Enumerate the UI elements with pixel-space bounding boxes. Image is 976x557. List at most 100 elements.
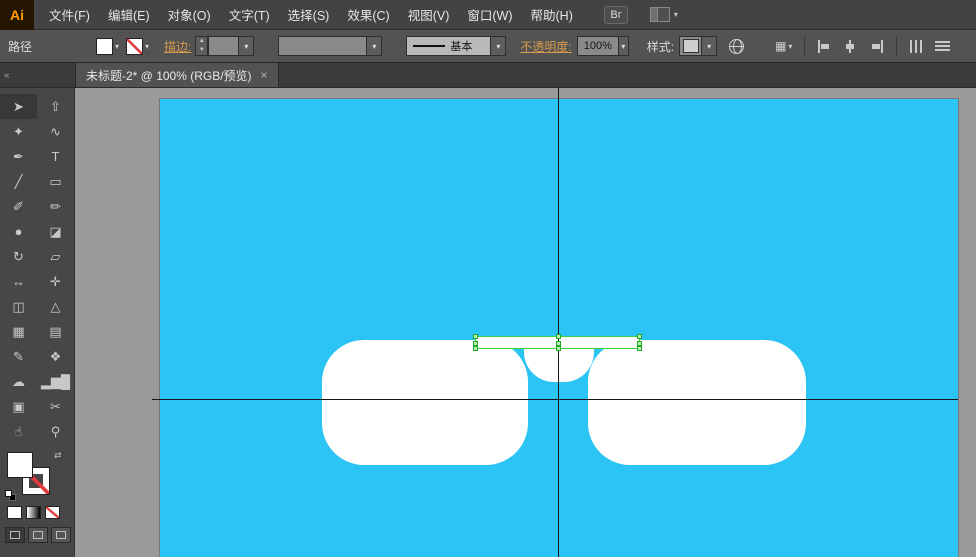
column-graph-tool[interactable]: ▂▆█: [37, 369, 74, 394]
document-title: 未标题-2* @ 100% (RGB/预览): [86, 67, 252, 84]
recolor-artwork-icon[interactable]: [729, 39, 744, 54]
paintbrush-tool[interactable]: ✐: [0, 194, 37, 219]
selection-handle[interactable]: [556, 334, 561, 339]
menu-help[interactable]: 帮助(H): [522, 0, 582, 29]
stroke-style-value: 基本: [450, 38, 472, 54]
none-button[interactable]: [45, 506, 60, 519]
chevron-down-icon: ▾: [145, 42, 149, 51]
menu-view[interactable]: 视图(V): [399, 0, 459, 29]
artboard-tool[interactable]: ▣: [0, 394, 37, 419]
artboard: [160, 99, 958, 557]
shape-builder-tool[interactable]: ◫: [0, 294, 37, 319]
selection-handle[interactable]: [473, 346, 478, 351]
zoom-tool[interactable]: ⚲: [37, 419, 74, 444]
chevron-down-icon: ▾: [674, 10, 678, 19]
magic-wand-tool[interactable]: ✦: [0, 119, 37, 144]
selection-handle[interactable]: [556, 346, 561, 351]
chevron-down-icon: ▾: [490, 37, 505, 55]
align-left-button[interactable]: [814, 38, 835, 55]
stepper-down-icon: ▼: [196, 46, 207, 55]
selection-handle[interactable]: [637, 334, 642, 339]
control-bar: 路径 ▾ ▾ 描边: ▲ ▼ ▾ ▾ 基本 ▾ 不透: [0, 30, 976, 63]
line-segment-tool[interactable]: ╱: [0, 169, 37, 194]
tools-panel-collapse[interactable]: «: [0, 63, 75, 87]
menu-object[interactable]: 对象(O): [159, 0, 220, 29]
graphic-style-label: 样式:: [647, 38, 674, 55]
rectangle-tool[interactable]: ▭: [37, 169, 74, 194]
draw-behind-button[interactable]: [28, 527, 48, 543]
glasses-right-lens-shape[interactable]: [588, 340, 806, 465]
fill-color-picker[interactable]: ▾: [96, 38, 119, 55]
chevron-down-icon: ▾: [366, 37, 381, 55]
blob-brush-tool[interactable]: ●: [0, 219, 37, 244]
selection-handle[interactable]: [473, 334, 478, 339]
align-options-dropdown[interactable]: ▦ ▾: [772, 38, 795, 54]
chevron-down-icon: ▾: [788, 42, 792, 51]
opacity-select[interactable]: 100% ▾: [577, 36, 629, 56]
width-tool[interactable]: ↔: [0, 269, 37, 294]
stroke-weight-stepper[interactable]: ▲ ▼: [195, 36, 208, 56]
menu-edit[interactable]: 编辑(E): [99, 0, 159, 29]
draw-inside-button[interactable]: [51, 527, 71, 543]
glasses-left-lens-shape[interactable]: [322, 340, 528, 465]
stroke-panel-link[interactable]: 描边:: [164, 38, 191, 55]
direct-selection-tool[interactable]: ⇧: [37, 94, 74, 119]
width-profile-select[interactable]: ▾: [278, 36, 382, 56]
eraser-tool[interactable]: ◪: [37, 219, 74, 244]
scale-tool[interactable]: ▱: [37, 244, 74, 269]
distribute-horizontal-button[interactable]: [906, 38, 927, 55]
eyedropper-tool[interactable]: ✎: [0, 344, 37, 369]
gradient-tool[interactable]: ▤: [37, 319, 74, 344]
align-right-button[interactable]: [866, 38, 887, 55]
perspective-grid-tool[interactable]: △: [37, 294, 74, 319]
default-fill-stroke-icon[interactable]: [5, 490, 16, 501]
pen-tool[interactable]: ✒: [0, 144, 37, 169]
document-tab[interactable]: 未标题-2* @ 100% (RGB/预览) ×: [75, 63, 279, 87]
pencil-tool[interactable]: ✏: [37, 194, 74, 219]
menu-type[interactable]: 文字(T): [220, 0, 279, 29]
chevron-down-icon: ▾: [115, 42, 119, 51]
menu-effect[interactable]: 效果(C): [338, 0, 398, 29]
paint-mode-row: [0, 504, 74, 519]
align-center-button[interactable]: [840, 38, 861, 55]
distribute-vertical-button[interactable]: [932, 38, 953, 55]
draw-normal-button[interactable]: [5, 527, 25, 543]
free-transform-tool[interactable]: ✛: [37, 269, 74, 294]
width-profile-value: [279, 37, 366, 55]
selection-handle[interactable]: [637, 346, 642, 351]
slice-tool[interactable]: ✂: [37, 394, 74, 419]
close-icon[interactable]: ×: [261, 68, 268, 82]
align-controls: ▦ ▾: [772, 36, 953, 56]
type-tool[interactable]: T: [37, 144, 74, 169]
swap-fill-stroke-icon[interactable]: ⇄: [54, 450, 62, 461]
lasso-tool[interactable]: ∿: [37, 119, 74, 144]
menubar: Ai 文件(F)编辑(E)对象(O)文字(T)选择(S)效果(C)视图(V)窗口…: [0, 0, 976, 30]
stroke-style-select[interactable]: 基本 ▾: [406, 36, 506, 56]
fill-indicator[interactable]: [7, 452, 33, 478]
stepper-up-icon: ▲: [196, 37, 207, 46]
vertical-guide-line: [558, 88, 559, 557]
opacity-value: 100%: [578, 37, 618, 55]
selection-tool[interactable]: ➤: [0, 94, 37, 119]
blend-tool[interactable]: ❖: [37, 344, 74, 369]
opacity-panel-link[interactable]: 不透明度:: [520, 38, 571, 55]
graphic-style-select[interactable]: ▾: [679, 36, 717, 56]
stroke-none-swatch: [126, 38, 143, 55]
stroke-weight-select[interactable]: ▾: [208, 36, 254, 56]
mesh-tool[interactable]: ▦: [0, 319, 37, 344]
menu-file[interactable]: 文件(F): [40, 0, 99, 29]
canvas[interactable]: [75, 88, 976, 557]
workspace-switcher[interactable]: ▾: [650, 7, 678, 22]
document-tab-bar: « 未标题-2* @ 100% (RGB/预览) ×: [0, 63, 976, 88]
stroke-color-picker[interactable]: ▾: [126, 38, 149, 55]
color-button[interactable]: [7, 506, 22, 519]
rotate-tool[interactable]: ↻: [0, 244, 37, 269]
distribute-vertical-icon: [935, 40, 950, 53]
align-right-icon: [869, 40, 884, 53]
menu-select[interactable]: 选择(S): [279, 0, 339, 29]
bridge-button[interactable]: Br: [604, 6, 628, 24]
gradient-button[interactable]: [26, 506, 41, 519]
symbol-sprayer-tool[interactable]: ☁: [0, 369, 37, 394]
menu-window[interactable]: 窗口(W): [458, 0, 521, 29]
hand-tool[interactable]: ☝: [0, 419, 37, 444]
